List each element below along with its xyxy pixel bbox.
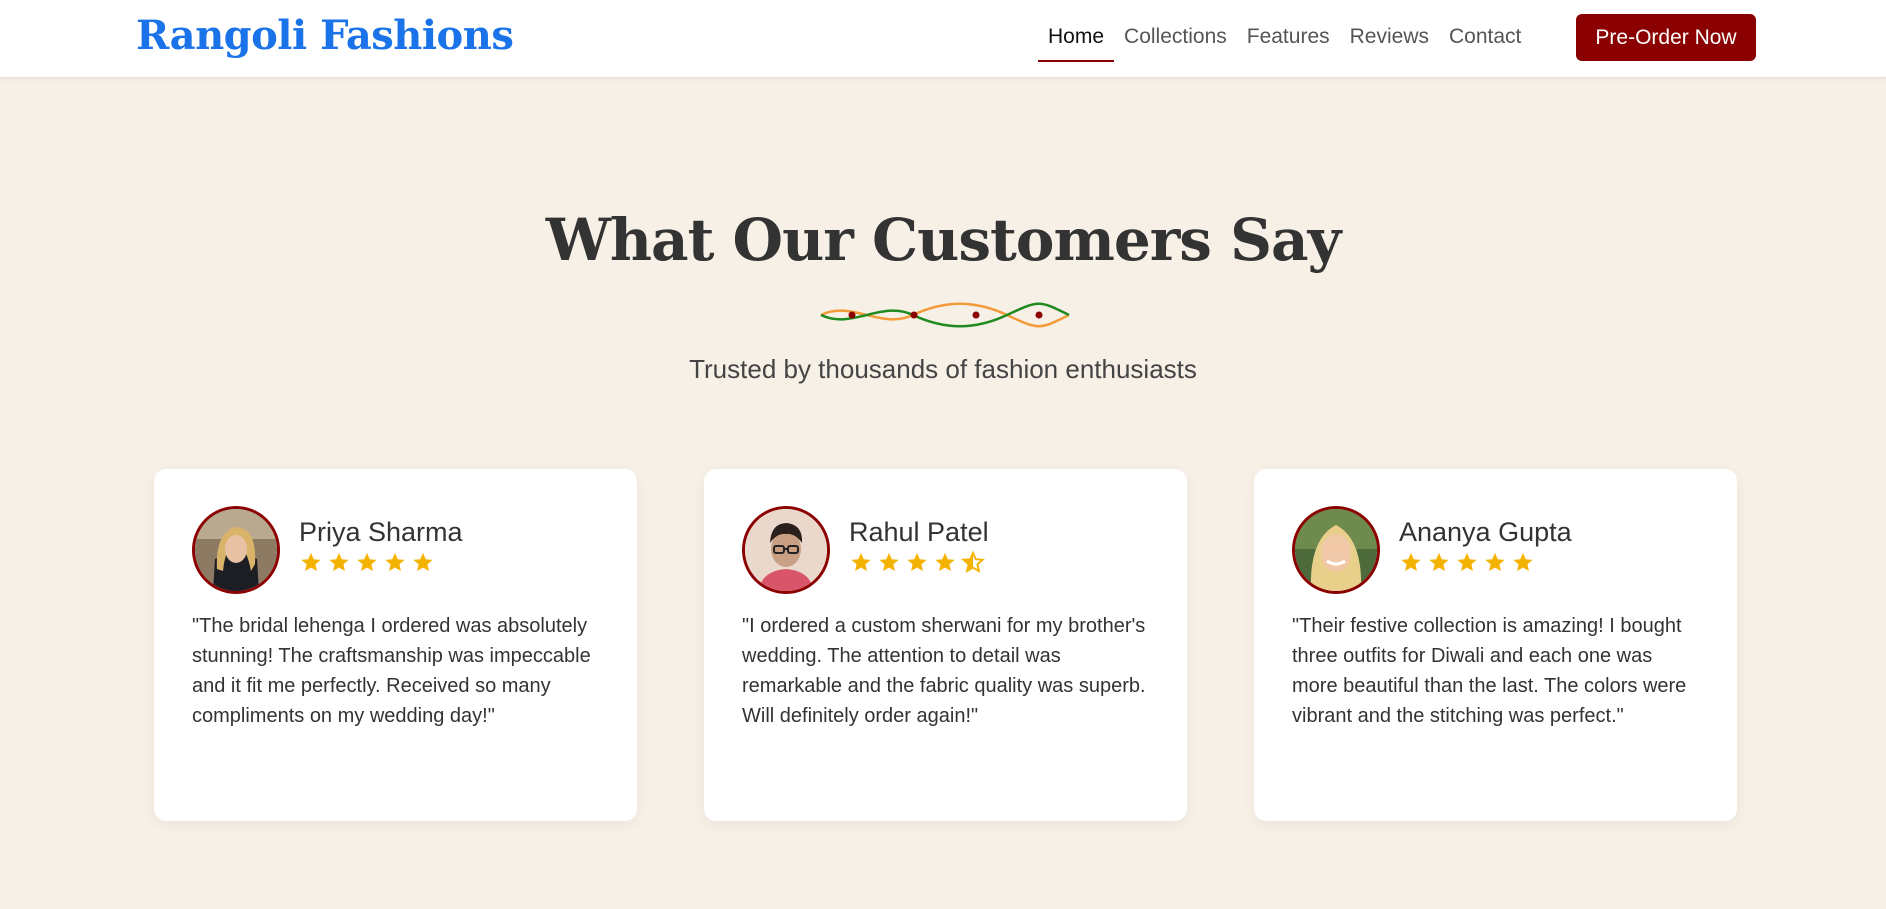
testimonial-card: Ananya Gupta "Their festive collection i… bbox=[1254, 469, 1737, 821]
testimonial-quote: "Their festive collection is amazing! I … bbox=[1292, 615, 1687, 727]
star-icon bbox=[851, 552, 871, 572]
reviewer-name: Ananya Gupta bbox=[1399, 517, 1572, 547]
star-icon bbox=[1513, 552, 1533, 572]
star-icon bbox=[907, 552, 927, 572]
star-icon bbox=[329, 552, 349, 572]
testimonial-quote: "The bridal lehenga I ordered was absolu… bbox=[192, 615, 591, 727]
avatar bbox=[1292, 506, 1380, 594]
star-rating bbox=[1399, 551, 1535, 574]
nav-link-reviews[interactable]: Reviews bbox=[1340, 20, 1439, 60]
main-nav: Home Collections Features Reviews Contac… bbox=[1038, 20, 1531, 62]
star-icon bbox=[357, 552, 377, 572]
avatar bbox=[192, 506, 280, 594]
star-rating bbox=[849, 551, 985, 574]
reviewer-name: Rahul Patel bbox=[849, 517, 989, 547]
nav-link-collections[interactable]: Collections bbox=[1114, 20, 1237, 60]
star-icon bbox=[1401, 552, 1421, 572]
testimonial-card: Priya Sharma "The bridal lehenga I order… bbox=[154, 469, 637, 821]
section-subtitle: Trusted by thousands of fashion enthusia… bbox=[689, 354, 1197, 384]
site-header: Rangoli Fashions Home Collections Featur… bbox=[0, 0, 1886, 78]
star-icon bbox=[301, 552, 321, 572]
pre-order-button[interactable]: Pre-Order Now bbox=[1576, 14, 1756, 61]
nav-link-features[interactable]: Features bbox=[1237, 20, 1340, 60]
star-icon bbox=[879, 552, 899, 572]
nav-link-contact[interactable]: Contact bbox=[1439, 20, 1531, 60]
star-icon bbox=[385, 552, 405, 572]
section-title: What Our Customers Say bbox=[545, 206, 1342, 274]
avatar bbox=[742, 506, 830, 594]
nav-link-home[interactable]: Home bbox=[1038, 20, 1115, 62]
star-icon bbox=[413, 552, 433, 572]
star-rating bbox=[299, 551, 435, 574]
star-icon bbox=[935, 552, 955, 572]
testimonial-quote: "I ordered a custom sherwani for my brot… bbox=[742, 615, 1146, 727]
star-half-icon bbox=[961, 551, 985, 573]
brand-logo[interactable]: Rangoli Fashions bbox=[136, 12, 514, 59]
reviewer-name: Priya Sharma bbox=[299, 517, 463, 547]
ornament-divider-icon bbox=[819, 300, 1071, 334]
star-icon bbox=[1457, 552, 1477, 572]
star-icon bbox=[1485, 552, 1505, 572]
star-icon bbox=[1429, 552, 1449, 572]
testimonial-card: Rahul Patel "I ordered a custom sherwani… bbox=[704, 469, 1187, 821]
